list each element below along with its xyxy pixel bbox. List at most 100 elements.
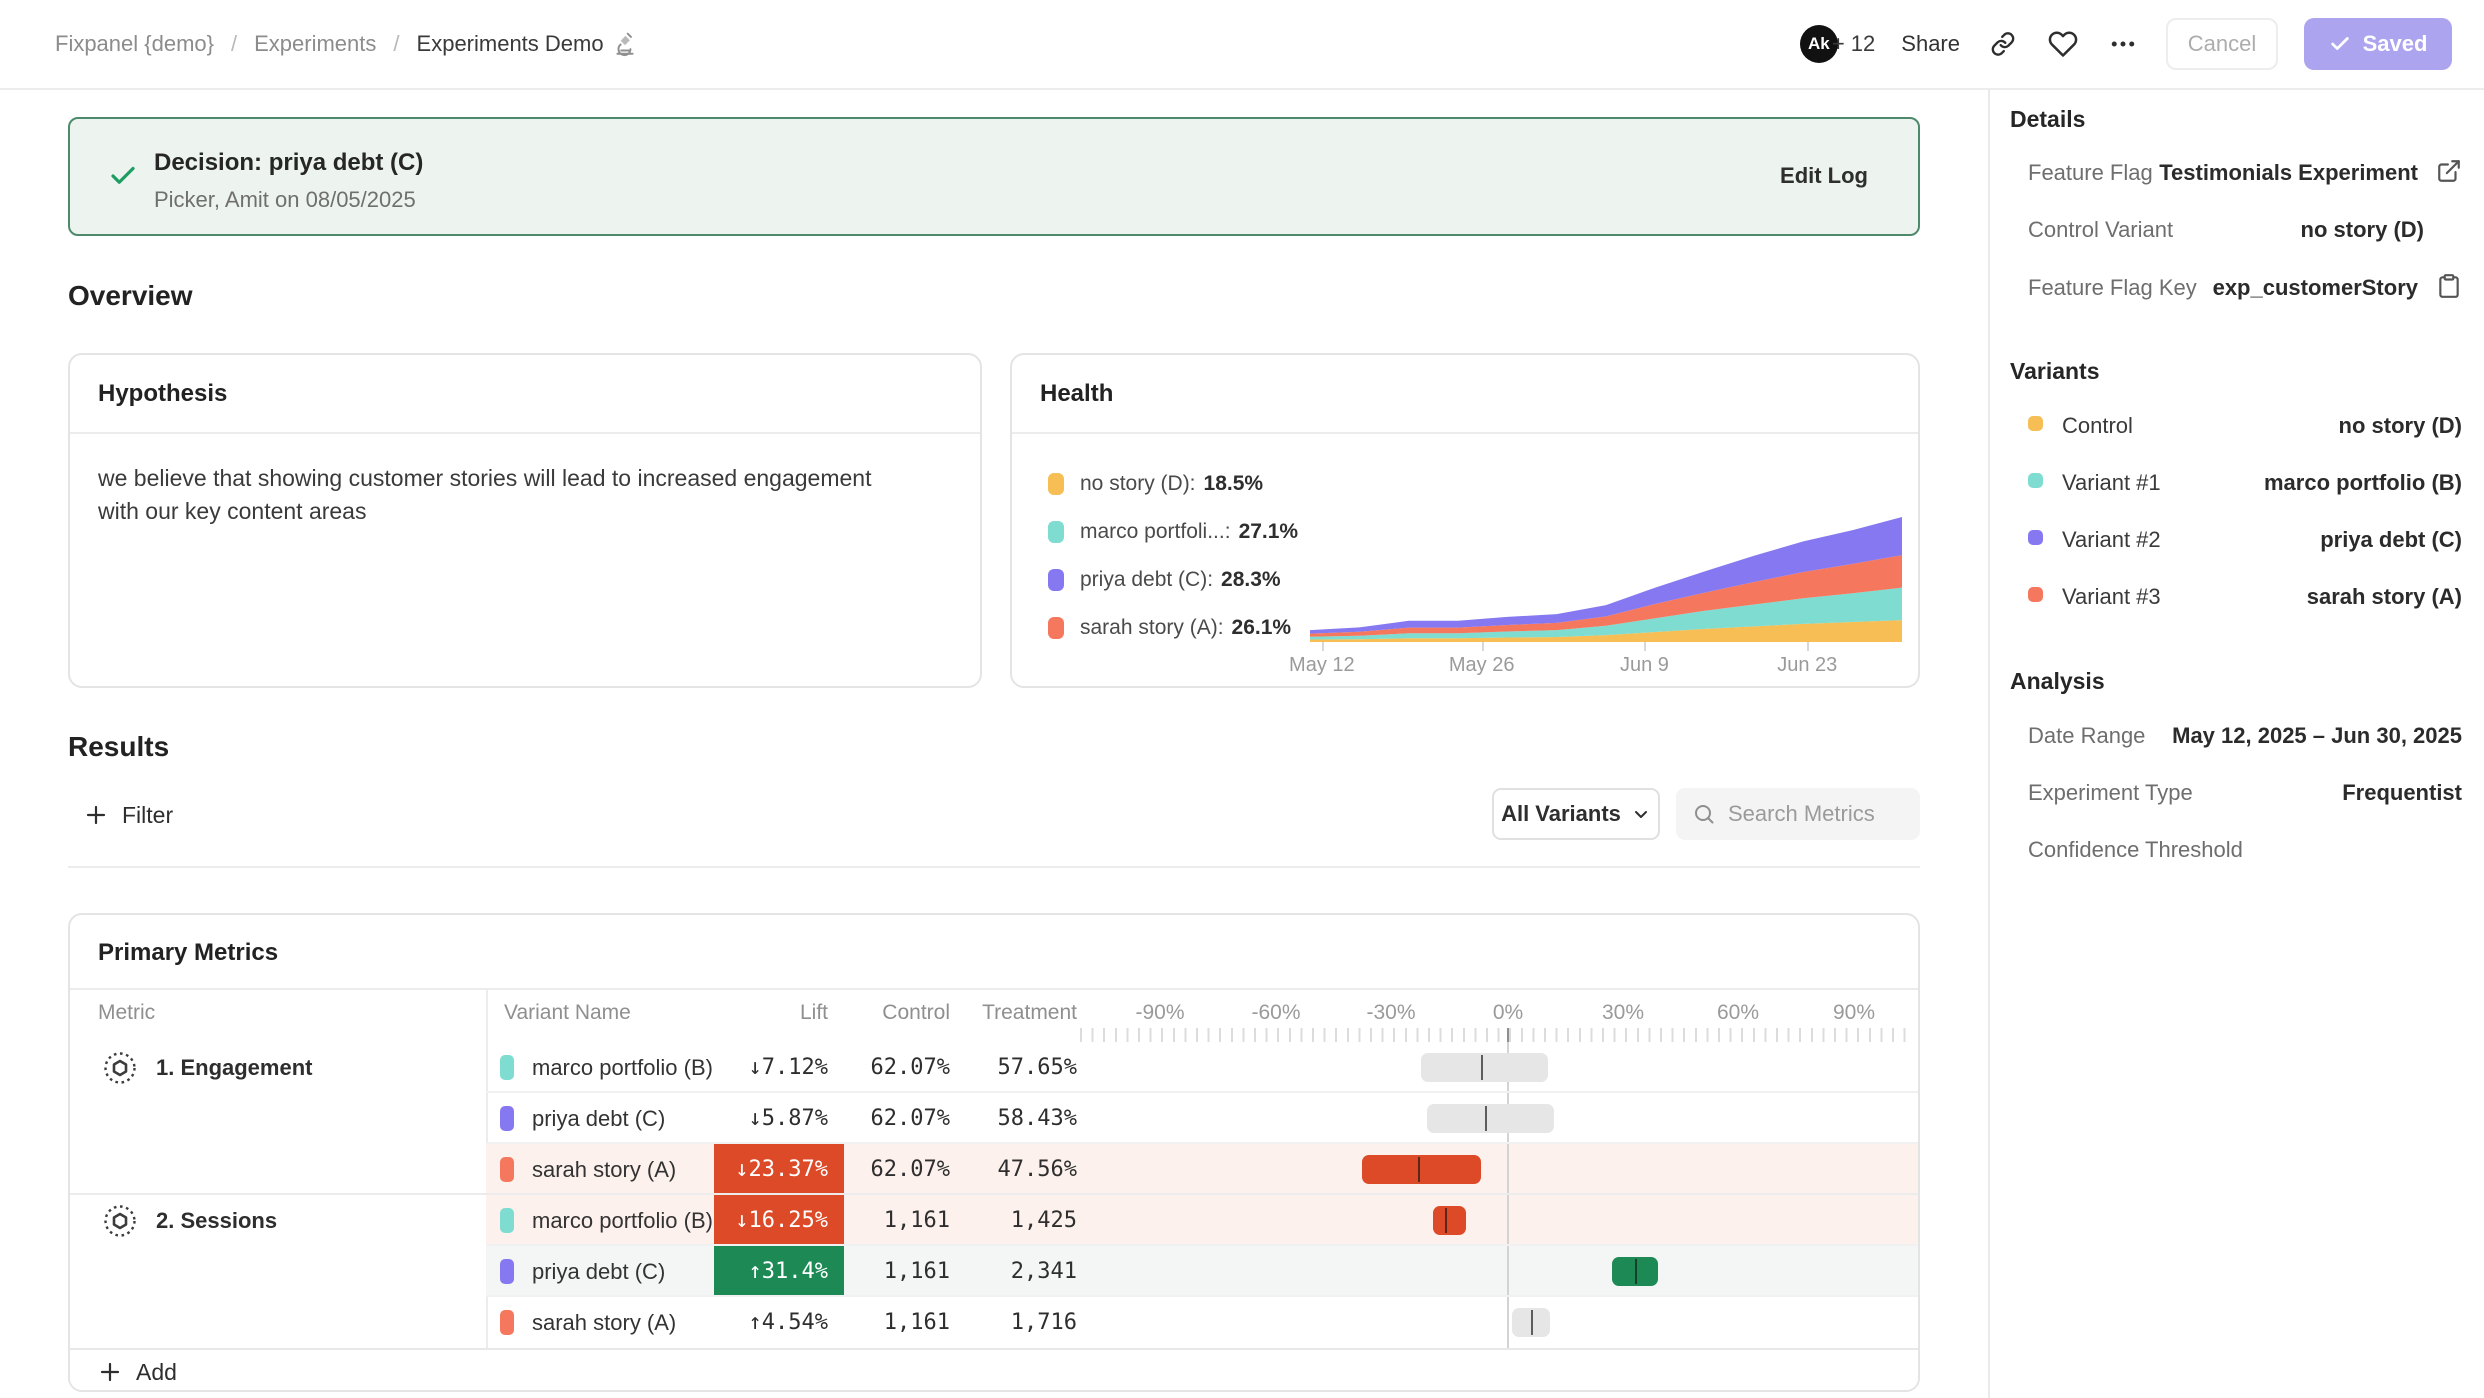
- confidence-threshold-row: Confidence Threshold: [2028, 837, 2462, 867]
- control-value: 62.07%: [810, 1106, 950, 1131]
- saved-button[interactable]: Saved: [2304, 18, 2452, 70]
- legend-item: sarah story (A): 26.1%: [1048, 604, 1298, 652]
- control-value: 1,161: [810, 1208, 950, 1233]
- external-link-icon[interactable]: [2436, 158, 2462, 184]
- microscope-icon: [612, 31, 638, 57]
- more-options-icon[interactable]: [2106, 27, 2140, 61]
- metric-row[interactable]: 1. Engagement marco portfolio (B) ↓7.12%…: [70, 1042, 1920, 1093]
- page-title: Experiments Demo: [417, 31, 604, 57]
- variant-color-chip: [500, 1106, 514, 1131]
- treatment-value: 1,716: [937, 1310, 1077, 1335]
- variants-filter-dropdown[interactable]: All Variants: [1492, 788, 1660, 840]
- col-treatment: Treatment: [937, 1001, 1077, 1025]
- decision-title: Decision: priya debt (C): [154, 149, 423, 177]
- treatment-value: 2,341: [937, 1259, 1077, 1284]
- favorite-heart-icon[interactable]: [2046, 27, 2080, 61]
- col-variant-name: Variant Name: [504, 1001, 631, 1025]
- breadcrumb: Fixpanel {demo} / Experiments / Experime…: [55, 0, 638, 88]
- ci-point-tick: [1481, 1055, 1483, 1080]
- variant-name: marco portfolio (B): [532, 1055, 713, 1081]
- primary-metrics-card: Primary Metrics Metric Variant Name Lift…: [68, 913, 1920, 1392]
- treatment-value: 57.65%: [937, 1055, 1077, 1080]
- treatment-value: 47.56%: [937, 1157, 1077, 1182]
- legend-item: no story (D): 18.5%: [1048, 460, 1298, 508]
- metric-row[interactable]: priya debt (C) ↑31.4% 1,161 2,341: [70, 1246, 1920, 1297]
- variant-row-3: Variant #3 sarah story (A): [2028, 584, 2462, 614]
- overview-heading: Overview: [68, 280, 193, 312]
- variant-color-chip: [2028, 587, 2043, 602]
- zero-gridline: [1507, 1144, 1509, 1195]
- variant-color-chip: [500, 1259, 514, 1284]
- results-heading: Results: [68, 731, 169, 763]
- add-filter-button[interactable]: Filter: [84, 790, 173, 840]
- treatment-value: 1,425: [937, 1208, 1077, 1233]
- control-value: 1,161: [810, 1310, 950, 1335]
- variant-name: sarah story (A): [532, 1310, 676, 1336]
- breadcrumb-project[interactable]: Fixpanel {demo}: [55, 31, 214, 57]
- control-value: 62.07%: [810, 1157, 950, 1182]
- ci-point-tick: [1485, 1106, 1487, 1131]
- variant-row-2: Variant #2 priya debt (C): [2028, 527, 2462, 557]
- confidence-interval-bar: [1433, 1206, 1466, 1235]
- health-x-axis: May 12May 26Jun 9Jun 23: [1310, 642, 1902, 682]
- hypothesis-title: Hypothesis: [70, 355, 980, 434]
- divider: [68, 866, 1920, 868]
- health-stacked-area-chart: [1310, 517, 1902, 642]
- zero-gridline: [1507, 1195, 1509, 1246]
- decision-check-icon: [108, 161, 138, 191]
- variant-color-chip: [2028, 473, 2043, 488]
- chevron-down-icon: [1631, 804, 1651, 824]
- ci-point-tick: [1418, 1157, 1420, 1182]
- breadcrumb-current: Experiments Demo: [417, 31, 638, 57]
- legend-swatch-teal: [1048, 521, 1064, 543]
- metric-rows: 1. Engagement marco portfolio (B) ↓7.12%…: [70, 1042, 1920, 1348]
- date-range-row: Date Range May 12, 2025 – Jun 30, 2025: [2028, 723, 2462, 753]
- search-icon: [1692, 802, 1716, 826]
- zero-gridline: [1507, 1297, 1509, 1348]
- variants-heading: Variants: [2010, 358, 2100, 385]
- legend-swatch-salmon: [1048, 617, 1064, 639]
- metric-row[interactable]: sarah story (A) ↓23.37% 62.07% 47.56%: [70, 1144, 1920, 1195]
- search-metrics-input[interactable]: [1728, 801, 1898, 827]
- breadcrumb-experiments[interactable]: Experiments: [254, 31, 376, 57]
- collaborators-count[interactable]: + 12: [1832, 31, 1875, 57]
- analysis-heading: Analysis: [2010, 668, 2105, 695]
- copy-link-icon[interactable]: [1986, 27, 2020, 61]
- legend-item: marco portfoli...: 27.1%: [1048, 508, 1298, 556]
- cancel-button[interactable]: Cancel: [2166, 18, 2278, 70]
- axis-label: 90%: [1833, 1001, 1875, 1025]
- variant-color-chip: [500, 1055, 514, 1080]
- metric-group-label: 2. Sessions: [102, 1195, 277, 1246]
- health-legend: no story (D): 18.5% marco portfoli...: 2…: [1048, 460, 1298, 652]
- axis-label: 30%: [1602, 1001, 1644, 1025]
- control-value: 62.07%: [810, 1055, 950, 1080]
- axis-label: 0%: [1493, 1001, 1523, 1025]
- check-icon: [2329, 33, 2351, 55]
- metric-row[interactable]: sarah story (A) ↑4.54% 1,161 1,716: [70, 1297, 1920, 1348]
- experiment-type-row: Experiment Type Frequentist: [2028, 780, 2462, 810]
- ci-point-tick: [1635, 1259, 1637, 1284]
- metric-row[interactable]: priya debt (C) ↓5.87% 62.07% 58.43%: [70, 1093, 1920, 1144]
- variant-row-1: Variant #1 marco portfolio (B): [2028, 470, 2462, 500]
- variant-name: priya debt (C): [532, 1259, 665, 1285]
- health-card: Health no story (D): 18.5% marco portfol…: [1010, 353, 1920, 688]
- add-metric-button[interactable]: Add: [70, 1348, 1920, 1392]
- variant-color-chip: [2028, 416, 2043, 431]
- col-control: Control: [810, 1001, 950, 1025]
- metric-row[interactable]: 2. Sessions marco portfolio (B) ↓16.25% …: [70, 1195, 1920, 1246]
- plus-icon: [98, 1360, 122, 1384]
- divider: [70, 988, 1920, 990]
- metric-icon: [102, 1050, 138, 1086]
- variant-name: sarah story (A): [532, 1157, 676, 1183]
- copy-clipboard-icon[interactable]: [2436, 273, 2462, 299]
- metric-group-label: 1. Engagement: [102, 1042, 312, 1093]
- ci-point-tick: [1445, 1208, 1447, 1233]
- share-button[interactable]: Share: [1901, 31, 1960, 57]
- confidence-interval-bar: [1421, 1053, 1548, 1082]
- legend-swatch-purple: [1048, 569, 1064, 591]
- edit-log-button[interactable]: Edit Log: [1780, 163, 1868, 189]
- ci-point-tick: [1531, 1310, 1533, 1335]
- confidence-interval-bar: [1427, 1104, 1554, 1133]
- control-variant-row: Control Variant no story (D): [2028, 217, 2462, 247]
- search-metrics-box: [1676, 788, 1920, 840]
